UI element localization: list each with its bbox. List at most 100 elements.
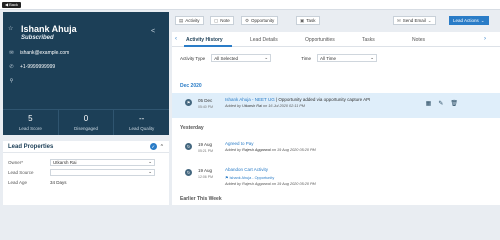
lead-age-label: Lead Age <box>8 179 28 185</box>
activity-icon: ▤ <box>179 17 184 23</box>
added-by-user: Utkarsh Rai <box>242 104 262 108</box>
opportunity-icon: ⚑ <box>225 176 229 180</box>
back-button[interactable]: ◀ Back <box>2 2 21 8</box>
note-icon: ▢ <box>214 17 219 23</box>
save-check-icon[interactable]: ✓ <box>149 143 157 150</box>
email-icon: ✉ <box>397 17 401 23</box>
add-note-label: Note <box>220 18 230 23</box>
action-toolbar: ▤ Activity ▢ Note ⚙ Opportunity ▣ Task ✉… <box>172 12 500 30</box>
section-dec-2020: Dec 2020 <box>180 83 202 89</box>
time-filter-value: All Time <box>320 55 337 61</box>
email-icon: ✉ <box>9 50 14 56</box>
tab-activity-history[interactable]: Activity History <box>186 37 223 43</box>
tab-prev-icon[interactable]: ‹ <box>175 36 177 42</box>
activity-type-label: Activity Type <box>180 55 206 61</box>
activity-row-actions: ▦ ✎ 🗑 <box>426 100 458 107</box>
tab-notes[interactable]: Notes <box>412 37 425 43</box>
metric-label: Lead Score <box>18 126 42 131</box>
added-by-user: Rajesh Aggarwal <box>242 182 271 186</box>
lead-properties-title: Lead Properties <box>8 143 54 150</box>
lead-properties-header[interactable]: Lead Properties ✓ ⌃ <box>3 141 169 153</box>
add-opportunity-button[interactable]: ⚙ Opportunity <box>241 16 279 25</box>
back-arrow-icon: ◀ <box>5 2 9 7</box>
chevron-down-icon: ⌄ <box>264 55 269 60</box>
activity-added-by: Added by Rajesh Aggarwal on 19 Aug 2020 … <box>225 182 316 186</box>
added-prefix: Added by <box>225 148 242 152</box>
delete-trash-icon[interactable]: 🗑 <box>450 100 458 107</box>
activity-type-value: All Selected <box>214 55 238 61</box>
activity-main-panel: ‹ Activity History Lead Details Opportun… <box>172 32 500 205</box>
back-label: Back <box>9 2 18 7</box>
add-task-label: Task <box>306 18 316 23</box>
top-bar: ◀ Back <box>0 0 500 10</box>
more-options-icon[interactable]: < <box>151 28 155 35</box>
lead-summary-card: ☆ Ishank Ahuja Subscribed < ✉ ishank@exa… <box>3 12 169 135</box>
tab-lead-details[interactable]: Lead Details <box>250 37 278 43</box>
chevron-down-icon: ⌄ <box>480 17 485 23</box>
edit-pencil-icon[interactable]: ✎ <box>438 100 443 107</box>
edit-form-icon[interactable]: ▦ <box>426 100 432 107</box>
activity-time: 05:40 PM <box>198 105 213 109</box>
opportunity-link[interactable]: ⚑ Ishank Ahuja - Opportunity <box>225 175 274 180</box>
metric-value: -- <box>139 114 145 123</box>
opportunity-icon: ⚙ <box>245 17 250 23</box>
opportunity-link[interactable]: Ishank Ahuja - NEET UG <box>225 97 275 102</box>
metric-disengaged: 0 Disengaged <box>59 110 115 135</box>
lead-phone-row: ✆ +1-9999999999 <box>8 64 55 70</box>
activity-added-by: Added by Rajesh Aggarwal on 19 Aug 2020 … <box>225 148 316 152</box>
lead-properties-panel: Lead Properties ✓ ⌃ Owner* Utkarsh Rai ⌄… <box>3 141 169 205</box>
activity-item-opportunity[interactable]: ⚑ 05 Dec 05:40 PM Ishank Ahuja - NEET UG… <box>172 93 500 118</box>
added-on: on 19 Aug 2020 05:20 PM <box>271 182 316 186</box>
activity-title[interactable]: Abandon Cart Activity <box>225 167 268 172</box>
added-on: on 19 Aug 2020 05:20 PM <box>271 148 316 152</box>
add-note-button[interactable]: ▢ Note <box>210 16 234 25</box>
lead-source-select[interactable]: ⌄ <box>50 168 155 176</box>
active-tab-indicator <box>184 45 232 47</box>
time-filter-select[interactable]: All Time ⌄ <box>317 54 378 62</box>
task-icon: ▣ <box>300 17 305 23</box>
added-by-user: Rajesh Aggarwal <box>242 148 271 152</box>
add-task-button[interactable]: ▣ Task <box>296 16 320 25</box>
send-email-label: Send Email <box>402 18 426 23</box>
add-activity-label: Activity <box>185 18 200 23</box>
lead-actions-button[interactable]: Lead Actions ⌄ <box>449 16 489 25</box>
activity-filters: Activity Type All Selected ⌄ Time All Ti… <box>180 54 378 62</box>
lead-email[interactable]: ishank@example.com <box>20 50 69 56</box>
metric-value: 5 <box>28 114 33 123</box>
activity-added-by: Added by Utkarsh Rai on 16 Jul 2020 02:1… <box>225 104 305 108</box>
activity-item-abandon-cart[interactable]: ↻ 19 Aug 12:06 PM Abandon Cart Activity … <box>172 163 500 188</box>
location-pin-icon: ⚲ <box>9 78 14 84</box>
activity-type-select[interactable]: All Selected ⌄ <box>211 54 272 62</box>
activity-icon: ↻ <box>185 143 192 150</box>
collapse-chevron-icon[interactable]: ⌃ <box>160 144 164 150</box>
add-activity-button[interactable]: ▤ Activity <box>175 16 204 25</box>
star-icon[interactable]: ☆ <box>8 25 13 32</box>
tab-bar: ‹ Activity History Lead Details Opportun… <box>172 32 500 47</box>
chevron-down-icon: ⌄ <box>148 159 152 164</box>
lead-source-row: Lead Source ⌄ <box>3 167 169 177</box>
activity-title: Ishank Ahuja - NEET UG | Opportunity add… <box>225 97 370 102</box>
opportunity-icon: ⚑ <box>185 99 192 106</box>
owner-value: Utkarsh Rai <box>53 159 77 165</box>
chevron-down-icon: ⌄ <box>148 169 152 174</box>
metric-label: Disengaged <box>73 126 99 131</box>
send-email-button[interactable]: ✉ Send Email ⌄ <box>393 16 436 25</box>
tab-tasks[interactable]: Tasks <box>362 37 375 43</box>
opportunity-link-label: Ishank Ahuja - Opportunity <box>229 176 275 180</box>
lead-location-row: ⚲ <box>8 78 15 84</box>
activity-date: 05 Dec <box>198 98 213 103</box>
activity-date: 19 Aug <box>198 168 213 173</box>
tab-next-icon[interactable]: › <box>484 36 486 42</box>
activity-item-agreed-to-pay[interactable]: ↻ 19 Aug 05:21 PM Agreed to Pay Added by… <box>172 137 500 162</box>
add-opportunity-label: Opportunity <box>251 18 275 23</box>
lead-stage: Subscribed <box>21 35 54 41</box>
tab-opportunities[interactable]: Opportunities <box>305 37 335 43</box>
lead-phone[interactable]: +1-9999999999 <box>20 64 55 70</box>
lead-metrics: 5 Lead Score 0 Disengaged -- Lead Qualit… <box>3 109 169 135</box>
lead-actions-label: Lead Actions <box>453 18 479 23</box>
metric-value: 0 <box>83 114 89 123</box>
section-yesterday: Yesterday <box>180 125 204 131</box>
activity-title[interactable]: Agreed to Pay <box>225 141 254 146</box>
added-prefix: Added by <box>225 104 242 108</box>
owner-select[interactable]: Utkarsh Rai ⌄ <box>50 158 155 166</box>
